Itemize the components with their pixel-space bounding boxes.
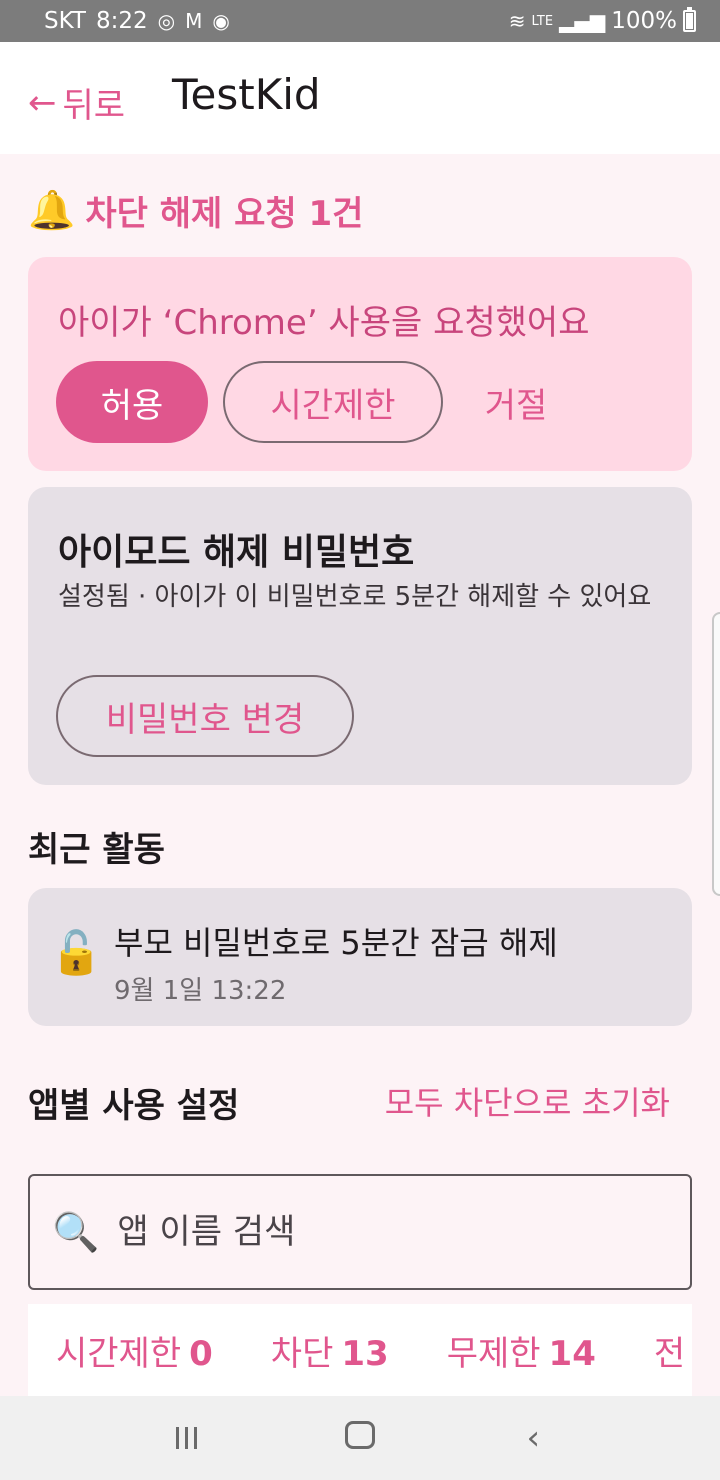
page-title: TestKid xyxy=(172,70,321,119)
deny-button[interactable]: 거절 xyxy=(466,361,566,443)
bell-icon: 🔔 xyxy=(28,188,76,232)
lock-icon: 🔓 xyxy=(50,928,103,977)
system-nav-bar: ‹ xyxy=(0,1396,720,1480)
gmail-icon: M xyxy=(185,9,203,33)
home-button[interactable] xyxy=(320,1418,400,1458)
search-box: 🔍 xyxy=(28,1174,692,1290)
back-button[interactable]: ← 뒤로 xyxy=(28,78,125,127)
activity-text: 부모 비밀번호로 5분간 잠금 해제 xyxy=(114,924,558,962)
tab-label: 전 xyxy=(653,1333,686,1374)
top-app-bar: ← 뒤로 TestKid xyxy=(0,42,720,154)
tab-label: 무제한 xyxy=(446,1333,541,1374)
tab-all[interactable]: 전 xyxy=(654,1326,685,1375)
tab-count: 14 xyxy=(548,1333,596,1374)
allow-button[interactable]: 허용 xyxy=(56,361,208,443)
tab-unlimited[interactable]: 무제한 14 xyxy=(447,1326,596,1375)
tab-label: 차단 xyxy=(270,1333,334,1374)
back-label: 뒤로 xyxy=(62,86,126,126)
chevron-left-icon: ‹ xyxy=(526,1418,541,1458)
signal-icon: ▂▄▆ xyxy=(559,9,606,33)
system-back-button[interactable]: ‹ xyxy=(493,1418,573,1458)
activity-item: 🔓 부모 비밀번호로 5분간 잠금 해제 9월 1일 13:22 xyxy=(28,888,692,1026)
battery-percent: 100% xyxy=(611,8,677,34)
clock: 8:22 xyxy=(95,8,148,34)
recent-apps-button[interactable] xyxy=(147,1418,227,1458)
tab-count: 0 xyxy=(189,1333,213,1374)
tab-time-limit[interactable]: 시간제한 0 xyxy=(56,1326,213,1375)
sync-icon: ◎ xyxy=(157,9,176,33)
time-limit-button[interactable]: 시간제한 xyxy=(223,361,443,443)
request-message: 아이가 ‘Chrome’ 사용을 요청했어요 xyxy=(58,303,590,343)
arrow-left-icon: ← xyxy=(28,82,57,123)
network-type: LTE xyxy=(531,13,554,29)
wifi-icon: ≋ xyxy=(508,9,526,33)
password-description: 설정됨 · 아이가 이 비밀번호로 5분간 해제할 수 있어요 xyxy=(58,582,652,612)
app-settings-heading: 앱별 사용 설정 xyxy=(28,1086,240,1126)
status-bar: SKT 8:22 ◎ M ◉ ≋ LTE ▂▄▆ 100% xyxy=(0,0,720,42)
tab-count: 13 xyxy=(341,1333,389,1374)
request-card: 아이가 ‘Chrome’ 사용을 요청했어요 허용 시간제한 거절 xyxy=(28,257,692,471)
scroll-handle[interactable] xyxy=(712,612,720,896)
home-icon xyxy=(344,1421,375,1449)
password-card: 아이모드 해제 비밀번호 설정됨 · 아이가 이 비밀번호로 5분간 해제할 수… xyxy=(28,487,692,785)
request-heading-text: 차단 해제 요청 1건 xyxy=(85,194,364,234)
change-password-button[interactable]: 비밀번호 변경 xyxy=(56,675,354,757)
carrier-label: SKT xyxy=(44,8,86,34)
reset-all-blocked-link[interactable]: 모두 차단으로 초기화 xyxy=(385,1078,670,1124)
eye-icon: ◉ xyxy=(212,9,230,33)
activity-time: 9월 1일 13:22 xyxy=(114,976,287,1006)
request-heading: 🔔 차단 해제 요청 1건 xyxy=(28,186,363,235)
recent-activity-heading: 최근 활동 xyxy=(28,830,165,870)
tab-blocked[interactable]: 차단 13 xyxy=(271,1326,389,1375)
filter-tabs: 시간제한 0 차단 13 무제한 14 전 xyxy=(28,1304,692,1396)
search-icon: 🔍 xyxy=(52,1209,100,1254)
search-input[interactable] xyxy=(117,1212,638,1252)
recents-icon xyxy=(176,1427,198,1449)
battery-icon xyxy=(683,7,696,32)
tab-label: 시간제한 xyxy=(56,1333,182,1374)
password-title: 아이모드 해제 비밀번호 xyxy=(58,532,415,573)
